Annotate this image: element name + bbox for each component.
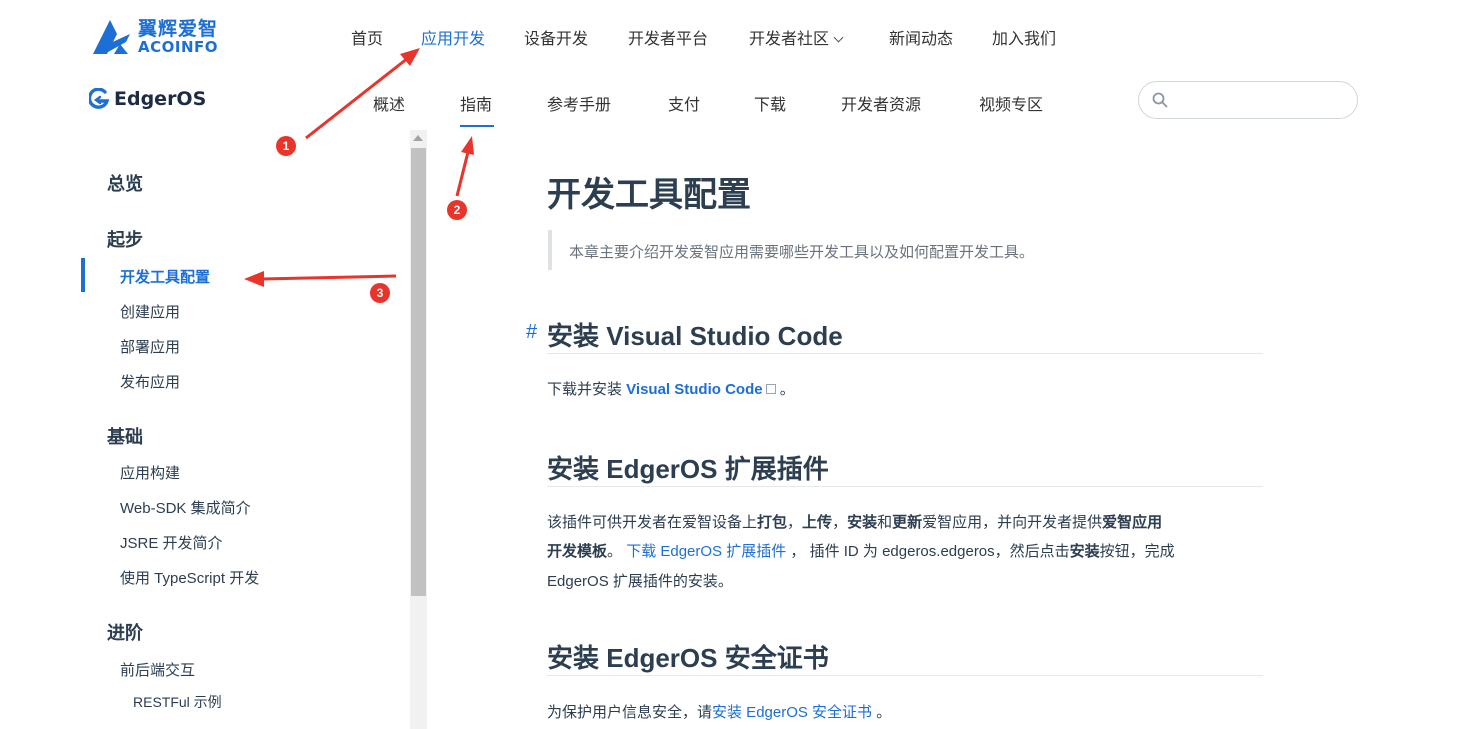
heading-install-vscode: 安装 Visual Studio Code — [547, 321, 843, 351]
vscode-link[interactable]: Visual Studio Code — [626, 381, 776, 398]
topnav-app-dev[interactable]: 应用开发 — [421, 25, 485, 49]
search-box[interactable] — [1138, 81, 1358, 119]
heading-install-extension: 安装 EdgerOS 扩展插件 — [547, 454, 829, 484]
topnav-community-label: 开发者社区 — [749, 31, 830, 48]
active-tab-underline — [460, 125, 494, 127]
text-segment: 下载并安装 — [547, 381, 627, 398]
sidebar-scroll-thumb[interactable] — [411, 148, 426, 596]
paragraph-extension-line-1: 该插件可供开发者在爱智设备上打包，上传，安装和更新爱智应用，并向开发者提供爱智应… — [547, 511, 1162, 532]
download-extension-link[interactable]: 下载 EdgerOS 扩展插件 — [626, 543, 786, 560]
heading-divider — [547, 353, 1263, 354]
text-segment: 。 — [607, 543, 627, 560]
page-title: 开发工具配置 — [547, 176, 751, 214]
intro-blockquote: 本章主要介绍开发爱智应用需要哪些开发工具以及如何配置开发工具。 — [548, 230, 1108, 270]
sidebar-link-publish-app[interactable]: 发布应用 — [120, 371, 180, 392]
sidebar-link-restful-example[interactable]: RESTFul 示例 — [133, 692, 222, 712]
sidebar-group-basics[interactable]: 基础 — [107, 423, 143, 449]
sidebar-group-overview[interactable]: 总览 — [107, 170, 143, 196]
scroll-up-arrow-icon[interactable] — [413, 135, 423, 141]
sidebar-link-typescript[interactable]: 使用 TypeScript 开发 — [120, 567, 259, 588]
edgeros-logo-icon — [89, 88, 109, 109]
topnav-dev-platform[interactable]: 开发者平台 — [628, 25, 708, 49]
sidebar-link-create-app[interactable]: 创建应用 — [120, 301, 180, 322]
bold-text: 安装 — [847, 514, 878, 531]
paragraph-extension-line-2: 开发模板。 下载 EdgerOS 扩展插件 ， 插件 ID 为 edgeros.… — [547, 540, 1175, 561]
sidebar-group-advanced[interactable]: 进阶 — [107, 619, 143, 645]
text-segment: 该插件可供开发者在爱智设备上 — [547, 514, 758, 531]
paragraph-install-certificate: 为保护用户信息安全，请安装 EdgerOS 安全证书 。 — [547, 701, 891, 722]
text-segment: 为保护用户信息安全，请 — [547, 704, 713, 721]
sidebar-link-app-build[interactable]: 应用构建 — [120, 462, 180, 483]
topnav-home[interactable]: 首页 — [351, 25, 383, 49]
annotation-arrow-2 — [455, 151, 470, 197]
heading-divider — [547, 486, 1263, 487]
annotation-arrowhead-2 — [461, 136, 474, 155]
text-segment: 。 — [872, 704, 892, 721]
subnav-guide[interactable]: 指南 — [460, 91, 492, 115]
sidebar-link-jsre[interactable]: JSRE 开发简介 — [120, 532, 223, 553]
heading-anchor-link[interactable]: # — [526, 321, 537, 344]
brand-name-cn: 翼辉爱智 — [138, 17, 219, 40]
edgeros-logo[interactable]: EdgerOS — [89, 88, 206, 110]
annotation-badge-3: 3 — [370, 283, 390, 303]
install-certificate-link[interactable]: 安装 EdgerOS 安全证书 — [712, 704, 872, 721]
topnav-join-us[interactable]: 加入我们 — [992, 25, 1056, 49]
search-input[interactable] — [1177, 90, 1347, 110]
bold-text: 安装 — [1069, 543, 1100, 560]
topnav-device-dev[interactable]: 设备开发 — [524, 25, 588, 49]
paragraph-extension-line-3: EdgerOS 扩展插件的安装。 — [547, 573, 733, 590]
text-segment: ， — [787, 514, 803, 531]
sidebar-link-web-sdk[interactable]: Web-SDK 集成简介 — [120, 497, 251, 518]
paragraph-install-vscode: 下载并安装 Visual Studio Code 。 — [547, 378, 795, 399]
text-segment: 按钮，完成 — [1099, 543, 1175, 560]
subnav-videos[interactable]: 视频专区 — [979, 91, 1043, 115]
sidebar-group-getting-started[interactable]: 起步 — [107, 226, 143, 252]
topnav-community[interactable]: 开发者社区 — [749, 25, 844, 49]
chevron-down-icon — [833, 32, 844, 43]
edgeros-name: EdgerOS — [114, 88, 207, 110]
subnav-reference[interactable]: 参考手册 — [547, 91, 611, 115]
text-segment: 和 — [877, 514, 893, 531]
bold-text: 打包 — [757, 514, 788, 531]
subnav-payment[interactable]: 支付 — [668, 91, 700, 115]
heading-divider — [547, 675, 1263, 676]
annotation-badge-1: 1 — [276, 136, 296, 156]
search-icon — [1152, 92, 1168, 108]
brand-name-en: ACOINFO — [138, 37, 219, 56]
text-segment: ， — [832, 514, 848, 531]
bold-text: 爱智应用 — [1102, 514, 1163, 531]
bold-text: 更新 — [892, 514, 923, 531]
acoinfo-logo-icon — [93, 20, 130, 54]
text-segment: ， 插件 ID 为 edgeros.edgeros，然后点击 — [786, 543, 1070, 560]
sidebar-link-dev-tools-config[interactable]: 开发工具配置 — [120, 266, 210, 287]
sidebar — [0, 130, 428, 729]
annotation-badge-2: 2 — [447, 200, 467, 220]
bold-text: 上传 — [802, 514, 833, 531]
topnav-news[interactable]: 新闻动态 — [889, 25, 953, 49]
external-link-icon — [765, 384, 776, 394]
heading-install-certificate: 安装 EdgerOS 安全证书 — [547, 643, 829, 673]
acoinfo-logo[interactable]: 翼辉爱智 ACOINFO — [90, 14, 240, 60]
vscode-link-label: Visual Studio Code — [626, 381, 763, 398]
active-link-indicator — [81, 258, 85, 292]
subnav-overview[interactable]: 概述 — [373, 91, 405, 115]
text-segment: 爱智应用，并向开发者提供 — [922, 514, 1103, 531]
annotation-arrowhead-1 — [400, 48, 420, 66]
sidebar-link-frontend-backend[interactable]: 前后端交互 — [120, 659, 195, 680]
bold-text: 开发模板 — [547, 543, 608, 560]
subnav-download[interactable]: 下载 — [754, 91, 786, 115]
text-segment: 。 — [775, 381, 795, 398]
subnav-dev-resources[interactable]: 开发者资源 — [841, 91, 921, 115]
sidebar-link-deploy-app[interactable]: 部署应用 — [120, 336, 180, 357]
